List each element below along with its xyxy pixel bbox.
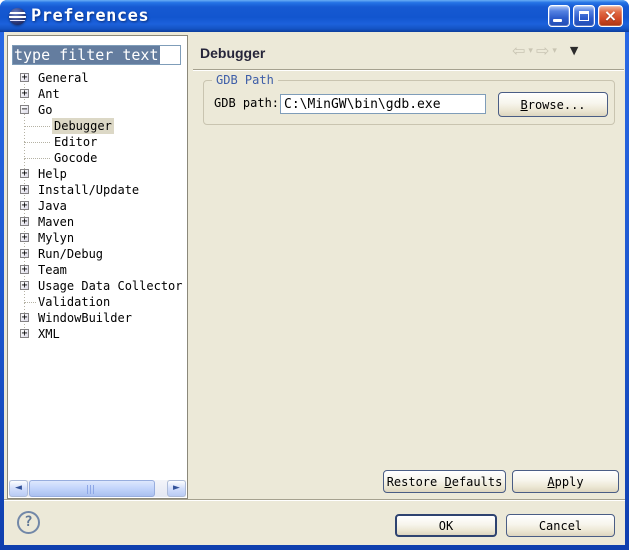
scroll-left-arrow-icon[interactable]: ◄ — [9, 480, 28, 497]
group-title: GDB Path — [212, 73, 278, 87]
page-title: Debugger — [200, 45, 265, 61]
tree-item-run-debug[interactable]: +Run/Debug — [8, 246, 187, 262]
preferences-dialog: Preferences × type filter text +General … — [0, 0, 629, 550]
expand-icon[interactable]: + — [20, 281, 29, 290]
tree-item-validation[interactable]: Validation — [8, 294, 187, 310]
filter-input[interactable]: type filter text — [12, 45, 181, 65]
expand-icon[interactable]: + — [20, 169, 29, 178]
filter-selected-text: type filter text — [13, 46, 160, 64]
maximize-button[interactable] — [573, 5, 595, 27]
tree-item-ant[interactable]: +Ant — [8, 86, 187, 102]
tree-item-team[interactable]: +Team — [8, 262, 187, 278]
tree-item-install-update[interactable]: +Install/Update — [8, 182, 187, 198]
restore-defaults-button[interactable]: Restore Defaults — [383, 470, 506, 493]
header-separator — [193, 69, 624, 71]
forward-dropdown-icon[interactable]: ▾ — [552, 43, 557, 59]
tree-item-help[interactable]: +Help — [8, 166, 187, 182]
browse-button[interactable]: Browse... — [498, 92, 608, 117]
minimize-icon — [553, 19, 562, 22]
back-dropdown-icon[interactable]: ▾ — [528, 43, 533, 59]
close-icon: × — [599, 6, 622, 26]
tree-item-go[interactable]: −Go — [8, 102, 187, 118]
tree-item-windowbuilder[interactable]: +WindowBuilder — [8, 310, 187, 326]
scrollbar-grip-icon — [87, 485, 96, 494]
scrollbar-track[interactable] — [28, 480, 167, 497]
collapse-icon[interactable]: − — [20, 105, 29, 114]
expand-icon[interactable]: + — [20, 89, 29, 98]
tree-item-gocode[interactable]: Gocode — [8, 150, 187, 166]
tree-connector — [24, 302, 36, 303]
dialog-content: type filter text +General +Ant −Go Debug… — [4, 32, 625, 545]
gdb-path-field[interactable] — [280, 94, 486, 114]
expand-icon[interactable]: + — [20, 217, 29, 226]
expand-icon[interactable]: + — [20, 185, 29, 194]
cancel-button[interactable]: Cancel — [506, 514, 615, 537]
expand-icon[interactable]: + — [20, 249, 29, 258]
back-arrow-icon[interactable]: ⇦ — [512, 43, 525, 59]
window-title: Preferences — [31, 6, 149, 26]
preferences-tree-panel: type filter text +General +Ant −Go Debug… — [7, 35, 188, 499]
apply-button[interactable]: Apply — [512, 470, 619, 493]
expand-icon[interactable]: + — [20, 233, 29, 242]
tree-item-maven[interactable]: +Maven — [8, 214, 187, 230]
ok-button[interactable]: OK — [395, 514, 497, 537]
expand-icon[interactable]: + — [20, 73, 29, 82]
tree-item-debugger[interactable]: Debugger — [8, 118, 187, 134]
tree-item-usage-data-collector[interactable]: +Usage Data Collector — [8, 278, 187, 294]
help-icon[interactable]: ? — [17, 511, 40, 534]
tree-connector — [24, 142, 50, 143]
maximize-icon — [579, 11, 589, 21]
footer-separator — [4, 499, 625, 501]
expand-icon[interactable]: + — [20, 265, 29, 274]
horizontal-scrollbar[interactable]: ◄ ► — [9, 480, 186, 497]
expand-icon[interactable]: + — [20, 313, 29, 322]
view-menu-icon[interactable]: ▼ — [570, 43, 578, 59]
tree-item-mylyn[interactable]: +Mylyn — [8, 230, 187, 246]
preferences-tree: +General +Ant −Go Debugger Editor Gocode… — [8, 70, 187, 342]
eclipse-logo-icon — [9, 8, 26, 25]
tree-connector — [24, 158, 50, 159]
tree-item-xml[interactable]: +XML — [8, 326, 187, 342]
titlebar[interactable]: Preferences × — [0, 0, 629, 32]
scrollbar-thumb[interactable] — [29, 480, 155, 497]
expand-icon[interactable]: + — [20, 329, 29, 338]
scroll-right-arrow-icon[interactable]: ► — [167, 480, 186, 497]
tree-item-editor[interactable]: Editor — [8, 134, 187, 150]
tree-item-java[interactable]: +Java — [8, 198, 187, 214]
forward-arrow-icon[interactable]: ⇨ — [536, 43, 549, 59]
gdb-path-group: GDB Path GDB path: Browse... — [203, 80, 615, 125]
tree-connector — [24, 126, 50, 127]
close-button[interactable]: × — [598, 5, 623, 27]
history-nav: ⇦ ▾ ⇨ ▾ ▼ — [512, 43, 578, 59]
minimize-button[interactable] — [548, 5, 570, 27]
tree-item-general[interactable]: +General — [8, 70, 187, 86]
gdb-path-label: GDB path: — [214, 96, 279, 110]
expand-icon[interactable]: + — [20, 201, 29, 210]
